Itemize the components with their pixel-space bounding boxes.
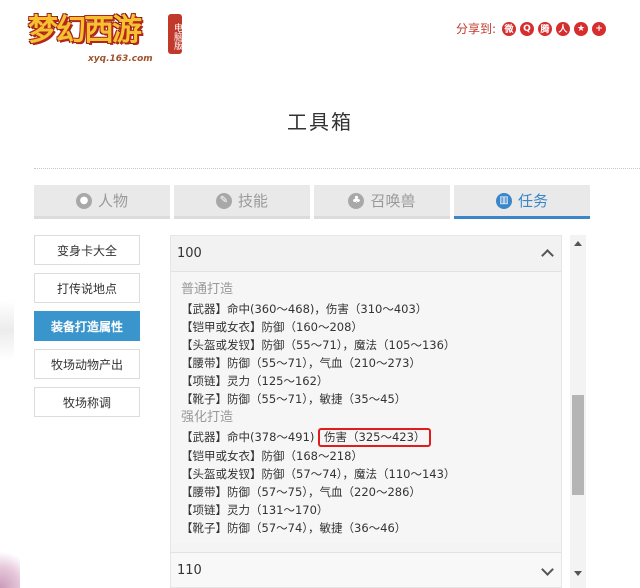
accordion-header-100[interactable]: 100 (171, 236, 561, 272)
accordion-header-110[interactable]: 110 (171, 552, 561, 587)
weibo-icon[interactable]: 微 (502, 21, 516, 36)
attribute-line: 【头盔或发钗】防御（57～74），魔法（110～143） (181, 467, 456, 481)
tab-label: 任务 (517, 192, 548, 210)
scroll-up-arrow-icon[interactable] (574, 241, 582, 246)
tab-pet[interactable]: ♣ 召唤兽 (314, 185, 450, 219)
tab-label: 人物 (97, 192, 128, 210)
logo-badge: 电脑版 (168, 14, 182, 54)
divider (34, 168, 640, 169)
chevron-up-icon (541, 248, 553, 260)
attribute-line: 【项链】灵力（131～170） (181, 503, 329, 517)
accordion-header-label: 100 (177, 246, 202, 261)
sidebar-item-equipment-forging[interactable]: 装备打造属性 (34, 311, 140, 341)
attribute-line: 【项链】灵力（125～162） (181, 374, 329, 388)
sidebar-item-ranch-output[interactable]: 牧场动物产出 (34, 349, 140, 379)
attribute-line: 【腰带】防御（57～75），气血（220～286） (181, 485, 421, 499)
share-bar: 分享到: 微 Q 腾 人 ★ + (456, 20, 606, 37)
tencent-weibo-icon[interactable]: 腾 (538, 21, 552, 36)
tab-label: 召唤兽 (370, 192, 416, 210)
sidebar-item-legend-locations[interactable]: 打传说地点 (34, 273, 140, 303)
chevron-down-icon (541, 565, 553, 577)
page-title: 工具箱 (287, 110, 353, 134)
attribute-line: 【铠甲或女衣】防御（168～218） (181, 449, 363, 463)
task-icon: ▥ (495, 192, 512, 209)
sidebar: 变身卡大全 打传说地点 装备打造属性 牧场动物产出 牧场称调 (34, 235, 140, 425)
decorative-edge (0, 300, 14, 360)
attribute-line: 【头盔或发钗】防御（55～71），魔法（105～136） (181, 338, 456, 352)
highlighted-damage: 伤害（325～423） (318, 428, 432, 447)
section-title-normal: 普通打造 (181, 282, 234, 297)
sidebar-item-ranch-tuning[interactable]: 牧场称调 (34, 387, 140, 417)
scroll-thumb[interactable] (572, 395, 584, 495)
site-logo[interactable]: 梦幻西游 电脑版 xyq.163.com (28, 8, 182, 66)
section-title-strong: 强化打造 (181, 410, 234, 425)
logo-text: 梦幻西游 (28, 13, 142, 48)
person-icon: ● (75, 192, 92, 209)
attribute-line: 【腰带】防御（55～71），气血（210～273） (181, 356, 421, 370)
tab-skill[interactable]: ✎ 技能 (174, 185, 310, 219)
main-tabs: ● 人物 ✎ 技能 ♣ 召唤兽 ▥ 任务 (34, 185, 594, 219)
qzone-icon[interactable]: Q (520, 21, 534, 36)
accordion-header-label: 110 (177, 563, 202, 578)
pet-icon: ♣ (348, 192, 365, 209)
tab-label: 技能 (237, 192, 268, 210)
decorative-flower (0, 540, 20, 588)
attribute-line: 【靴子】防御（57～74），敏捷（36～46） (181, 521, 407, 535)
logo-url: xyq.163.com (88, 54, 153, 64)
renren-icon[interactable]: 人 (556, 21, 570, 36)
share-label: 分享到: (455, 22, 496, 36)
accordion-body: 普通打造 【武器】命中(360～468)，伤害（310～403） 【铠甲或女衣】… (171, 272, 561, 543)
skill-icon: ✎ (215, 192, 232, 209)
attribute-line: 【武器】命中(360～468)，伤害（310～403） (181, 302, 428, 316)
tab-task[interactable]: ▥ 任务 (454, 185, 590, 219)
scroll-down-arrow-icon[interactable] (574, 571, 582, 576)
content-panel: 100 普通打造 【武器】命中(360～468)，伤害（310～403） 【铠甲… (170, 235, 562, 588)
tab-person[interactable]: ● 人物 (34, 185, 170, 219)
more-icon[interactable]: + (592, 21, 606, 36)
attribute-line: 【靴子】防御（55～71），敏捷（35～45） (181, 392, 407, 406)
attribute-line: 【铠甲或女衣】防御（160～208） (181, 320, 363, 334)
scrollbar[interactable] (570, 235, 586, 588)
favorite-icon[interactable]: ★ (574, 21, 588, 36)
attribute-line: 【武器】命中(378～491) 伤害（325～423） (181, 428, 551, 447)
sidebar-item-transform-cards[interactable]: 变身卡大全 (34, 235, 140, 265)
weapon-hit-text: 【武器】命中(378～491) (181, 430, 315, 444)
